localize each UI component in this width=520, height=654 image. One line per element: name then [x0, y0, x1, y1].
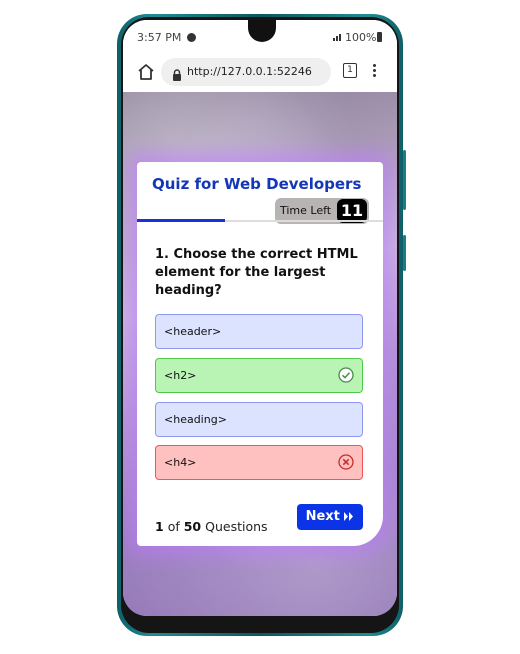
- x-circle-icon: [338, 454, 354, 470]
- next-button-label: Next: [305, 509, 340, 524]
- check-circle-icon: [338, 367, 354, 383]
- signal-icon: [333, 31, 343, 44]
- question-text: 1. Choose the correct HTML element for t…: [155, 247, 358, 298]
- option-item-correct[interactable]: <h2>: [155, 358, 363, 393]
- option-label: <heading>: [164, 413, 227, 426]
- page-background: Quiz for Web Developers Time Left 11 1. …: [123, 92, 397, 616]
- option-item-wrong[interactable]: <h4>: [155, 445, 363, 480]
- option-item[interactable]: <heading>: [155, 402, 363, 437]
- option-item[interactable]: <header>: [155, 314, 363, 349]
- timer-label: Time Left: [280, 204, 332, 217]
- quiz-card: Quiz for Web Developers Time Left 11 1. …: [137, 162, 383, 546]
- address-bar[interactable]: http://127.0.0.1:52246: [161, 58, 331, 86]
- status-bar: 3:57 PM 100%: [123, 20, 397, 56]
- browser-toolbar: http://127.0.0.1:52246 1: [123, 56, 397, 92]
- option-label: <h2>: [164, 369, 197, 382]
- total-questions: 50: [183, 519, 202, 534]
- spotify-icon: [187, 33, 196, 42]
- counter-of: of: [167, 519, 180, 534]
- tabs-icon[interactable]: 1: [343, 63, 357, 78]
- lock-icon: [172, 66, 182, 81]
- next-button[interactable]: Next: [297, 504, 363, 530]
- double-chevron-right-icon: [344, 509, 354, 524]
- volume-button: [403, 150, 406, 210]
- phone-screen: 3:57 PM 100% http://127.0.0.1:52246 1 Qu…: [123, 20, 397, 616]
- option-label: <h4>: [164, 456, 197, 469]
- camera-notch: [248, 20, 276, 42]
- question-counter: 1 of 50 Questions: [155, 519, 268, 534]
- current-question: 1: [155, 519, 164, 534]
- quiz-title: Quiz for Web Developers: [152, 175, 362, 193]
- time-progress-line: [137, 219, 225, 222]
- counter-suffix: Questions: [205, 519, 268, 534]
- url-text: http://127.0.0.1:52246: [187, 65, 312, 78]
- battery-icon: [377, 32, 382, 42]
- home-icon[interactable]: [136, 62, 156, 82]
- menu-icon[interactable]: [373, 62, 377, 80]
- battery-percent: 100%: [345, 31, 377, 44]
- option-label: <header>: [164, 325, 222, 338]
- power-button: [403, 235, 406, 271]
- status-time: 3:57 PM: [137, 31, 182, 44]
